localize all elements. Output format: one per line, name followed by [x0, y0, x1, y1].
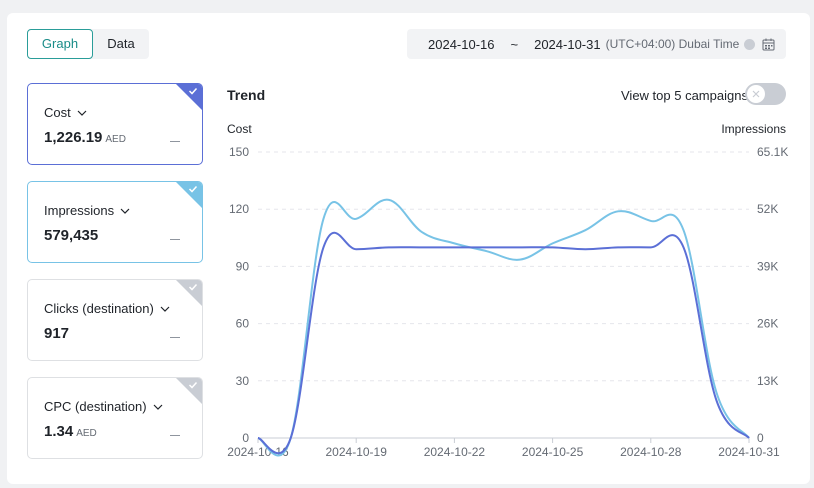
y-tick-right: 65.1K: [757, 145, 788, 159]
x-tick-label: 2024-10-16: [227, 445, 289, 459]
y-tick-left: 60: [236, 317, 250, 331]
series-line-cost: [257, 231, 750, 455]
series-line-impressions: [257, 198, 750, 457]
y-tick-left: 90: [236, 259, 250, 273]
y-tick-right: 0: [757, 431, 764, 445]
x-tick-label: 2024-10-22: [424, 445, 486, 459]
y-tick-left: 30: [236, 374, 250, 388]
y-tick-left: 150: [229, 145, 249, 159]
y-tick-right: 13K: [757, 374, 778, 388]
y-tick-right: 39K: [757, 259, 778, 273]
trend-chart: 0 0 30 13K 60 26K 90 39K 120 52K 150 65.1K 2024-10-1…: [227, 145, 788, 459]
y-tick-right: 52K: [757, 202, 778, 216]
y-tick-left: 120: [229, 202, 249, 216]
x-tick-label: 2024-10-25: [522, 445, 584, 459]
x-tick-label: 2024-10-28: [620, 445, 682, 459]
y-tick-left: 0: [242, 431, 249, 445]
x-tick-label: 2024-10-19: [326, 445, 388, 459]
x-tick-label: 2024-10-31: [718, 445, 780, 459]
y-tick-right: 26K: [757, 317, 778, 331]
